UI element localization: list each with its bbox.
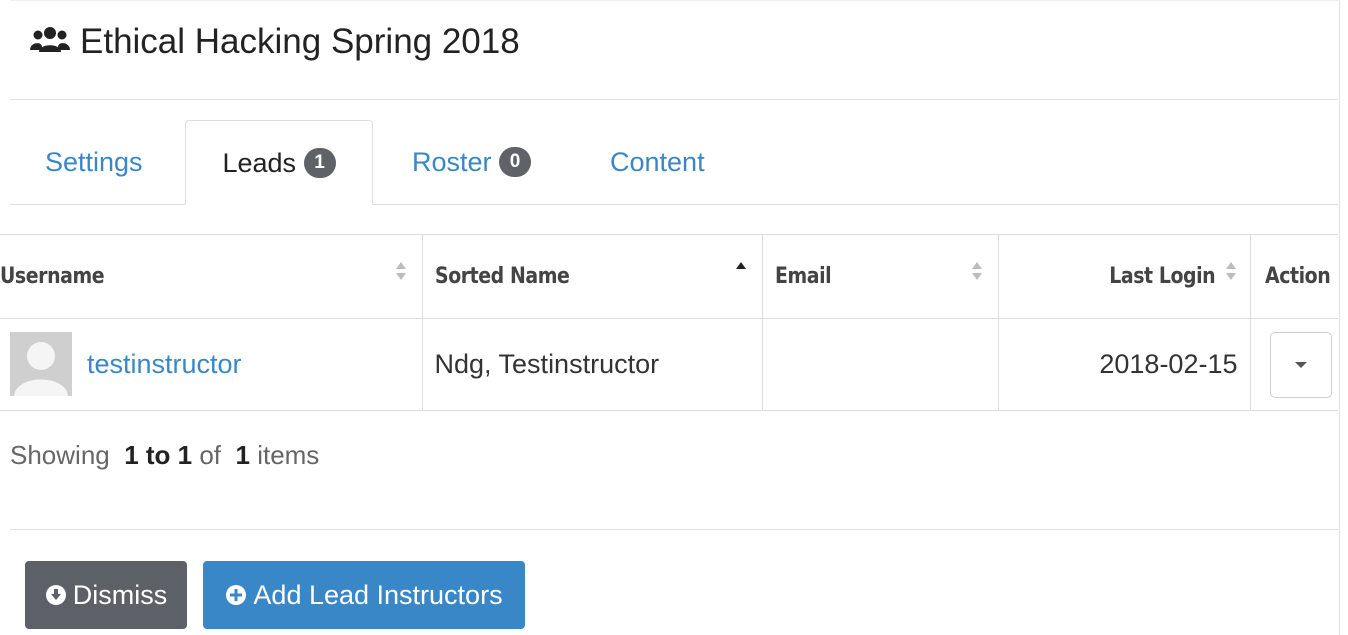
table-row: testinstructor Ndg, Testinstructor 2018-… [0, 318, 1338, 411]
plus-circle-icon [226, 585, 247, 605]
sort-ascending-icon [735, 262, 746, 269]
column-last-login-label: Last Login [1109, 264, 1216, 289]
page-header: Ethical Hacking Spring 2018 [10, 0, 1338, 100]
sort-both-icon [395, 262, 406, 280]
tab-settings-label: Settings [45, 147, 143, 177]
column-email-label: Email [774, 264, 832, 289]
tab-content-label: Content [610, 147, 705, 177]
page-title: Ethical Hacking Spring 2018 [80, 22, 520, 61]
dismiss-button[interactable]: Dismiss [25, 561, 187, 629]
showing-total: 1 [235, 440, 250, 470]
roster-count-badge: 0 [499, 146, 532, 177]
add-lead-instructors-button[interactable]: Add Lead Instructors [203, 561, 525, 629]
arrow-circle-down-icon [45, 585, 66, 605]
sort-both-icon [971, 262, 982, 280]
column-email[interactable]: Email [761, 234, 999, 319]
sort-both-icon [1225, 262, 1236, 280]
column-action-label: Action [1264, 264, 1331, 289]
showing-items: items [257, 440, 320, 470]
showing-range: 1 to 1 [124, 440, 193, 470]
tab-roster-label: Roster [412, 147, 492, 177]
column-last-login[interactable]: Last Login [997, 234, 1251, 319]
leads-panel: Ethical Hacking Spring 2018 Settings Lea… [0, 0, 1340, 635]
cell-email [761, 318, 999, 411]
showing-label: Showing [10, 440, 110, 470]
leads-table: Username Sorted Name Email Last Login Ac… [0, 234, 1338, 411]
default-avatar-icon [10, 332, 72, 396]
dismiss-label: Dismiss [72, 580, 168, 610]
tab-settings[interactable]: Settings [45, 120, 143, 204]
tab-bar: Settings Leads 1 Roster 0 Content [10, 120, 1338, 205]
divider [10, 529, 1338, 530]
column-action: Action [1249, 234, 1338, 319]
users-icon [30, 27, 70, 52]
column-username-label: Username [0, 264, 105, 289]
avatar [10, 332, 72, 396]
row-action-dropdown-button[interactable] [1269, 331, 1332, 398]
pagination-summary: Showing 1 to 1 of 1 items [10, 440, 319, 471]
tab-content[interactable]: Content [610, 120, 705, 204]
showing-of: of [199, 440, 222, 470]
add-lead-instructors-label: Add Lead Instructors [253, 580, 503, 610]
column-sorted-name-label: Sorted Name [434, 264, 570, 289]
cell-action [1249, 318, 1338, 411]
tab-roster[interactable]: Roster 0 [412, 120, 532, 204]
cell-last-login: 2018-02-15 [997, 318, 1251, 411]
tab-leads[interactable]: Leads 1 [185, 120, 373, 205]
leads-count-badge: 1 [303, 147, 336, 178]
column-sorted-name[interactable]: Sorted Name [421, 234, 763, 319]
cell-sorted-name: Ndg, Testinstructor [421, 318, 763, 411]
table-header-row: Username Sorted Name Email Last Login Ac… [0, 234, 1338, 319]
column-username[interactable]: Username [0, 234, 423, 319]
tab-leads-label: Leads [222, 148, 297, 178]
caret-down-icon [1294, 361, 1307, 368]
